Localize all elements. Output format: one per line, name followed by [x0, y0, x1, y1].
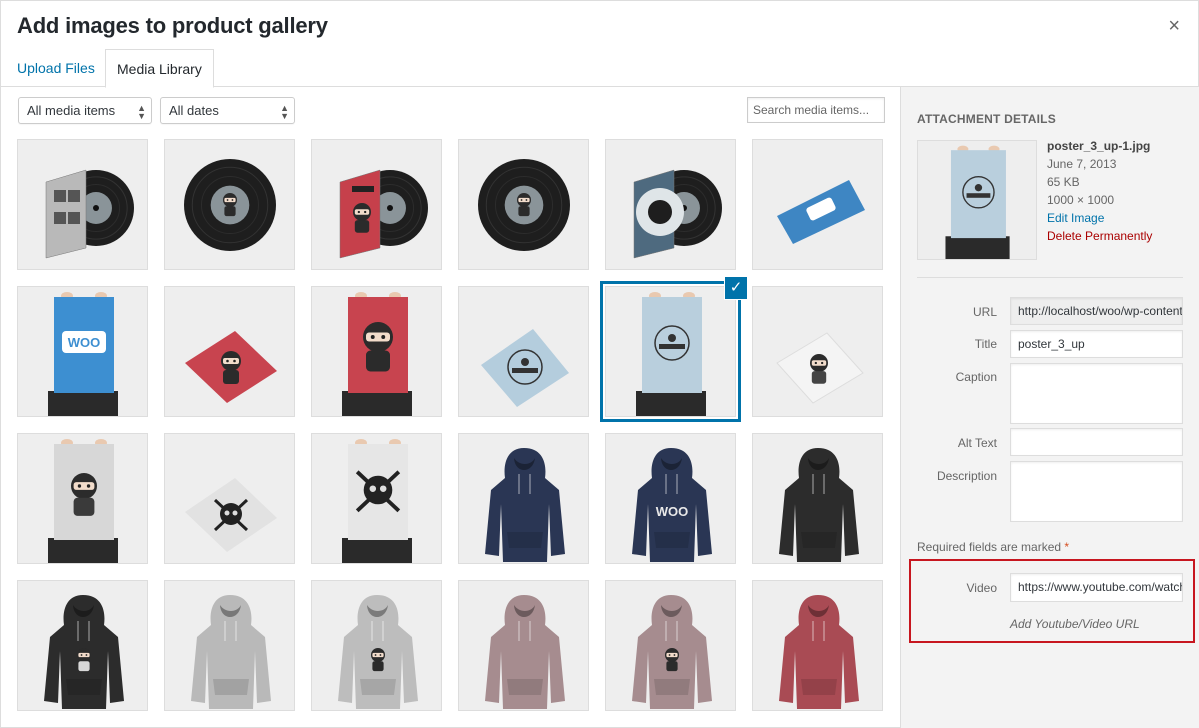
hoodie-red-icon [779, 595, 859, 709]
media-item-thumbnail[interactable]: WOO [605, 433, 736, 564]
details-filename: poster_3_up-1.jpg [1047, 139, 1151, 153]
modal-title: Add images to product gallery [17, 13, 328, 38]
media-item-thumbnail[interactable] [17, 580, 148, 711]
media-item-thumbnail[interactable] [458, 139, 589, 270]
media-item-thumbnail[interactable] [311, 286, 442, 417]
media-item-thumbnail[interactable] [752, 580, 883, 711]
poster-ninja-grey-icon [48, 439, 118, 563]
details-thumbnail [917, 140, 1037, 260]
hoodie-navy-icon [485, 448, 565, 562]
poster-ninja-red-icon [342, 292, 412, 416]
media-item-thumbnail[interactable] [752, 139, 883, 270]
media-item-thumbnail[interactable] [164, 580, 295, 711]
url-label: URL [972, 305, 997, 319]
poster-skull-tilted-icon [185, 478, 277, 552]
details-meta: poster_3_up-1.jpg June 7, 2013 65 KB 100… [1047, 137, 1152, 245]
tab-media-library[interactable]: Media Library [105, 49, 214, 88]
description-field[interactable] [1010, 461, 1183, 522]
media-item-thumbnail[interactable] [458, 580, 589, 711]
tab-bar: Upload Files Media Library [1, 49, 1199, 88]
video-hint: Add Youtube/Video URL [1010, 617, 1140, 631]
details-heading: ATTACHMENT DETAILS [917, 112, 1056, 126]
media-item-thumbnail[interactable] [605, 139, 736, 270]
media-item-thumbnail[interactable] [458, 286, 589, 417]
title-label: Title [974, 337, 997, 351]
poster-woothemes-tilted-icon [481, 329, 569, 407]
select-arrows-icon: ▲ ▼ [280, 103, 289, 121]
hoodie-mauve-icon [485, 595, 565, 709]
media-item-thumbnail[interactable] [605, 580, 736, 711]
required-note: Required fields are marked * [917, 540, 1069, 554]
media-item-thumbnail[interactable]: WOO [17, 286, 148, 417]
svg-text:WOO: WOO [68, 335, 101, 350]
vinyl-sleeve-woothemes-icon [633, 169, 722, 259]
media-item-thumbnail[interactable] [164, 433, 295, 564]
details-size: 65 KB [1047, 175, 1080, 189]
required-note-text: Required fields are marked [917, 540, 1062, 554]
search-input[interactable]: Search media items... [747, 97, 885, 123]
selected-check-icon[interactable]: ✓ [724, 276, 748, 300]
close-icon[interactable]: × [1168, 15, 1180, 38]
description-label: Description [936, 469, 997, 483]
media-item-thumbnail[interactable] [164, 286, 295, 417]
media-item-thumbnail[interactable] [752, 433, 883, 564]
poster-skull-icon [342, 439, 412, 563]
poster-woo-icon: WOO [48, 292, 118, 416]
svg-text:WOO: WOO [656, 504, 689, 519]
hoodie-black-ninja-icon [44, 595, 124, 709]
details-date: June 7, 2013 [1047, 157, 1117, 171]
vinyl-sleeve-ninja-icon [45, 169, 134, 259]
poster-ninja-tilted-icon [185, 331, 277, 403]
woo-flyer-icon [777, 180, 865, 244]
caption-label: Caption [955, 370, 997, 384]
poster-woothemes-icon [945, 145, 1010, 259]
poster-ninja-white-icon [776, 332, 864, 404]
divider [917, 277, 1183, 278]
hoodie-black-icon [779, 448, 859, 562]
media-item-thumbnail[interactable] [600, 281, 741, 422]
media-item-thumbnail[interactable] [17, 139, 148, 270]
edit-image-link[interactable]: Edit Image [1047, 209, 1152, 227]
date-filter[interactable]: All dates ▲ ▼ [160, 97, 295, 124]
poster-woothemes-icon [636, 292, 706, 416]
vinyl-record-icon [184, 159, 276, 251]
media-item-thumbnail[interactable] [164, 139, 295, 270]
media-type-filter[interactable]: All media items ▲ ▼ [18, 97, 152, 124]
caption-field[interactable] [1010, 363, 1183, 424]
attachment-details-sidebar: ATTACHMENT DETAILS poster_3_up-1.jpg Jun… [900, 87, 1199, 728]
delete-permanently-link[interactable]: Delete Permanently [1047, 227, 1152, 245]
title-field[interactable]: poster_3_up [1010, 330, 1183, 358]
media-item-thumbnail[interactable] [458, 433, 589, 564]
vinyl-record-icon [478, 159, 570, 251]
required-star: * [1064, 540, 1070, 554]
alt-text-label: Alt Text [957, 436, 997, 450]
media-item-thumbnail[interactable] [311, 139, 442, 270]
media-item-thumbnail[interactable] [311, 580, 442, 711]
select-arrows-icon: ▲ ▼ [137, 103, 146, 121]
url-field[interactable]: http://localhost/woo/wp-content/uploads/… [1010, 297, 1183, 325]
hoodie-grey-icon [191, 595, 271, 709]
alt-text-field[interactable] [1010, 428, 1183, 456]
media-modal: Add images to product gallery × Upload F… [0, 0, 1199, 728]
details-dimensions: 1000 × 1000 [1047, 193, 1115, 207]
media-item-thumbnail[interactable] [752, 286, 883, 417]
media-item-thumbnail[interactable] [17, 433, 148, 564]
tab-upload-files[interactable]: Upload Files [6, 49, 106, 87]
vinyl-sleeve-red-icon [339, 169, 428, 259]
video-label: Video [966, 581, 997, 595]
video-url-field[interactable]: https://www.youtube.com/watch [1010, 573, 1183, 602]
hoodie-navy-woo-icon: WOO [632, 448, 712, 562]
media-type-filter-value: All media items [27, 103, 116, 118]
media-item-thumbnail[interactable] [311, 433, 442, 564]
date-filter-value: All dates [169, 103, 219, 118]
hoodie-grey-ninja-icon [338, 595, 418, 709]
hoodie-mauve-ninja-icon [632, 595, 712, 709]
